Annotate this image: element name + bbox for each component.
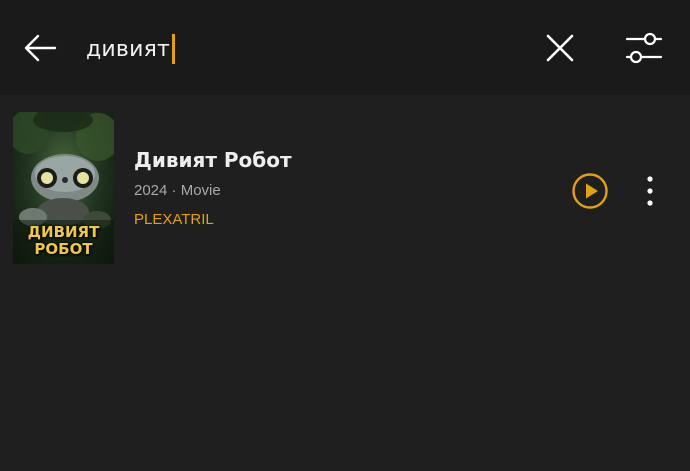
close-icon <box>546 34 574 62</box>
search-input[interactable]: дивият <box>86 30 176 68</box>
result-meta: 2024 · Movie <box>134 182 221 199</box>
poster-title-line: ДИВИЯТ <box>27 223 100 241</box>
arrow-left-icon <box>24 34 57 62</box>
search-header: дивият <box>0 0 690 95</box>
play-circle-icon <box>572 173 608 209</box>
poster-image[interactable]: ДИВИЯТ РОБОТ <box>13 112 114 264</box>
clear-search-button[interactable] <box>538 26 582 70</box>
search-query: дивият <box>86 36 171 62</box>
poster-title-line: РОБОТ <box>34 240 93 258</box>
list-item[interactable]: ДИВИЯТ РОБОТ Дивият Робот 2024 · Movie P… <box>0 104 690 274</box>
sliders-icon <box>625 32 663 64</box>
text-caret <box>172 34 176 64</box>
result-source: PLEXATRIL <box>134 211 214 228</box>
back-button[interactable] <box>18 26 62 70</box>
play-button[interactable] <box>568 169 612 213</box>
result-title[interactable]: Дивият Робот <box>134 148 292 172</box>
filter-button[interactable] <box>620 26 668 70</box>
more-options-button[interactable] <box>630 169 670 213</box>
more-vertical-icon <box>647 176 653 206</box>
